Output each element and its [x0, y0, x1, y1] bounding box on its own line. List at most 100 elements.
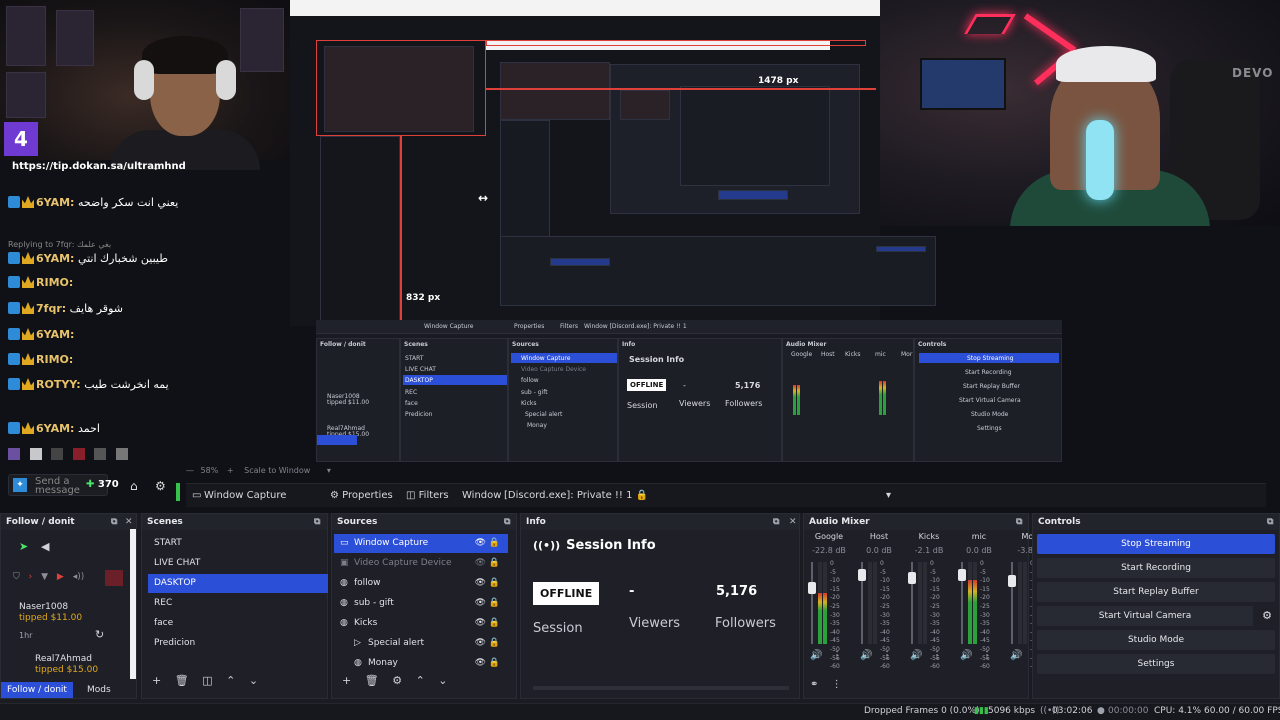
chevron-down-icon[interactable]: ⌄ — [249, 674, 258, 687]
float-icon[interactable]: ⧉ — [1267, 514, 1273, 530]
chevron-down-icon[interactable]: ▾ — [327, 466, 331, 475]
volume-fader[interactable] — [811, 562, 813, 644]
properties-button[interactable]: ⚙ Properties — [324, 484, 399, 508]
eye-icon[interactable]: 👁 — [475, 554, 486, 573]
zoom-mode[interactable]: Scale to Window — [244, 466, 310, 475]
channel-points[interactable]: ✚ 370 — [86, 479, 119, 490]
eye-icon[interactable]: 👁 — [475, 654, 486, 673]
filter-icon[interactable]: ◫ — [202, 674, 212, 687]
scrollbar[interactable] — [533, 686, 789, 690]
window-select[interactable]: [Discord.exe]: Private !! 1 🔒 — [504, 484, 896, 508]
chat-username[interactable]: RIMO: — [36, 276, 73, 289]
lock-icon[interactable]: 🔒 — [489, 634, 500, 653]
close-icon[interactable]: ✕ — [125, 514, 133, 530]
eye-icon[interactable]: 👁 — [475, 594, 486, 613]
start-replay-buffer-button[interactable]: Start Replay Buffer — [1037, 582, 1275, 602]
chat-username[interactable]: ROTYY: — [36, 378, 81, 391]
tab-follow[interactable]: Follow / donit — [1, 682, 73, 698]
shield-icon[interactable]: ⛉ — [13, 572, 20, 582]
scene-item[interactable]: DASKTOP — [148, 574, 328, 593]
lock-icon[interactable]: 🔒 — [489, 534, 500, 553]
more-icon[interactable]: ⋮ — [832, 650, 842, 661]
lock-icon[interactable]: 🔒 — [489, 554, 500, 573]
scene-item[interactable]: Predicion — [148, 634, 328, 653]
send-icon[interactable]: ➤ — [19, 540, 28, 553]
scrollbar[interactable] — [130, 529, 136, 679]
lock-icon[interactable]: 🔒 — [489, 654, 500, 673]
chevron-down-icon[interactable]: ▾ — [886, 484, 891, 508]
more-icon[interactable]: ⋮ — [832, 679, 842, 690]
tab-mods[interactable]: Mods — [81, 682, 117, 698]
eye-icon[interactable]: 👁 — [475, 574, 486, 593]
source-item[interactable]: ◍ follow 👁 🔒 — [334, 574, 508, 593]
add-icon[interactable]: + — [342, 674, 351, 687]
chevron-up-icon[interactable]: ⌃ — [226, 674, 235, 687]
float-icon[interactable]: ⧉ — [1016, 514, 1022, 530]
eye-icon[interactable]: 👁 — [475, 534, 486, 553]
speaker-icon[interactable]: ◂)) — [73, 572, 85, 582]
stop-icon[interactable] — [105, 570, 123, 586]
source-item[interactable]: ▭ Window Capture 👁 🔒 — [334, 534, 508, 553]
add-icon[interactable]: + — [152, 674, 161, 687]
source-item[interactable]: ▷ Special alert 👁 🔒 — [334, 634, 508, 653]
tip-link[interactable]: https://tip.dokan.sa/ultramhnd — [12, 160, 186, 173]
speaker-icon[interactable]: 🔊 — [960, 650, 972, 661]
eye-icon[interactable]: 👁 — [475, 634, 486, 653]
chat-username[interactable]: 7fqr: — [36, 302, 66, 315]
lock-icon[interactable]: 🔒 — [489, 614, 500, 633]
filter-icon[interactable]: ▼ — [41, 572, 48, 582]
source-item[interactable]: ◍ Monay 👁 🔒 — [334, 654, 508, 673]
fader-handle[interactable] — [858, 569, 866, 581]
scene-item[interactable]: START — [148, 534, 328, 553]
trash-icon[interactable]: 🗑 — [365, 674, 379, 687]
float-icon[interactable]: ⧉ — [314, 514, 320, 530]
scene-item[interactable]: LIVE CHAT — [148, 554, 328, 573]
scene-item[interactable]: REC — [148, 594, 328, 613]
gear-icon[interactable]: ⚙ — [392, 674, 402, 687]
chevron-right-icon[interactable]: › — [29, 572, 33, 582]
plus-icon[interactable]: + — [227, 466, 234, 475]
start-virtual-camera-button[interactable]: Start Virtual Camera — [1037, 606, 1253, 626]
fader-handle[interactable] — [808, 582, 816, 594]
chevron-down-icon[interactable]: ⌄ — [438, 674, 447, 687]
more-icon[interactable]: ⋮ — [882, 650, 892, 661]
chat-username[interactable]: 6YAM: — [36, 422, 74, 435]
speaker-icon[interactable]: 🔊 — [1010, 650, 1022, 661]
minus-icon[interactable]: — — [186, 466, 194, 475]
chat-username[interactable]: 6YAM: — [36, 252, 74, 265]
chat-username[interactable]: RIMO: — [36, 353, 73, 366]
chevron-down-icon[interactable]: ⌄ — [152, 163, 160, 173]
home-icon[interactable]: ⌂ — [130, 479, 138, 493]
more-icon[interactable]: ⋮ — [982, 650, 992, 661]
start-recording-button[interactable]: Start Recording — [1037, 558, 1275, 578]
gear-icon[interactable]: ⚙ — [155, 479, 166, 493]
source-item[interactable]: ◍ Kicks 👁 🔒 — [334, 614, 508, 633]
fader-handle[interactable] — [1008, 575, 1016, 587]
float-icon[interactable]: ⧉ — [504, 514, 510, 530]
fader-handle[interactable] — [958, 569, 966, 581]
trash-icon[interactable]: 🗑 — [175, 674, 189, 687]
gear-icon[interactable]: ⚙ — [1257, 606, 1277, 626]
float-icon[interactable]: ⧉ — [773, 514, 779, 530]
filters-button[interactable]: ◫ Filters — [400, 484, 455, 508]
more-icon[interactable]: ⋮ — [932, 650, 942, 661]
chevron-up-icon[interactable]: ⌃ — [416, 674, 425, 687]
float-icon[interactable]: ⧉ — [111, 514, 117, 530]
selection-frame[interactable] — [486, 40, 866, 46]
play-icon[interactable]: ▶ — [57, 572, 64, 582]
megaphone-icon[interactable]: ◀ — [41, 540, 49, 553]
lock-icon[interactable]: 🔒 — [489, 574, 500, 593]
studio-mode-button[interactable]: Studio Mode — [1037, 630, 1275, 650]
eye-icon[interactable]: 👁 — [475, 614, 486, 633]
stop-streaming-button[interactable]: Stop Streaming — [1037, 534, 1275, 554]
lock-icon[interactable]: 🔒 — [489, 594, 500, 613]
replay-icon[interactable]: ↻ — [95, 628, 104, 641]
source-item[interactable]: ◍ sub - gift 👁 🔒 — [334, 594, 508, 613]
scene-item[interactable]: face — [148, 614, 328, 633]
speaker-icon[interactable]: 🔊 — [810, 650, 822, 661]
chat-username[interactable]: 6YAM: — [36, 196, 74, 209]
link-icon[interactable]: ⚭ — [810, 679, 818, 690]
speaker-icon[interactable]: 🔊 — [910, 650, 922, 661]
fader-handle[interactable] — [908, 572, 916, 584]
close-icon[interactable]: ✕ — [789, 514, 797, 530]
